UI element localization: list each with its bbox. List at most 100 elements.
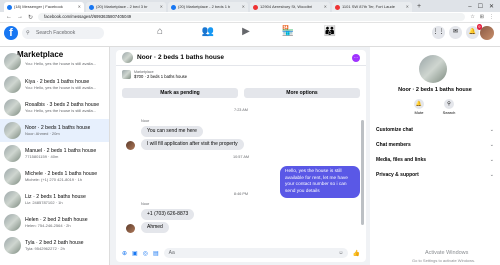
facebook-logo[interactable]: f xyxy=(4,26,18,40)
home-icon[interactable]: ⌂ xyxy=(150,26,170,37)
chat-header: Noor · 2 beds 1 baths house ⋯ xyxy=(116,50,366,66)
chat-members-row[interactable]: Chat members ⌄ xyxy=(376,142,494,148)
incoming-message: +1 (703) 626-8873 xyxy=(141,209,195,220)
site-favicon-icon xyxy=(335,4,340,10)
site-favicon-icon xyxy=(253,4,258,10)
activate-windows-subtext: Go to Settings to activate Windows. xyxy=(412,258,476,263)
menu-dots-icon[interactable]: ⋮ xyxy=(489,14,494,20)
listing-thumbnail xyxy=(4,214,21,231)
close-tab-icon[interactable]: ✕ xyxy=(242,2,245,12)
chevron-down-icon: ⌄ xyxy=(489,157,494,163)
emoji-icon[interactable]: ☺ xyxy=(338,248,343,258)
more-dots-icon[interactable]: ⋯ xyxy=(352,53,360,62)
listing-thumbnail xyxy=(4,237,21,254)
sticker-icon[interactable]: ◎ xyxy=(143,250,148,257)
customize-chat-row[interactable]: Customize chat ⌄ xyxy=(376,127,494,133)
browser-tab[interactable]: 1101 SW 87th Ter, Fort Laude ✕ xyxy=(332,2,412,12)
privacy-support-row[interactable]: Privacy & support ⌄ xyxy=(376,172,494,178)
forward-arrow-icon[interactable]: → xyxy=(17,14,23,20)
maximize-icon[interactable]: ☐ xyxy=(478,2,483,12)
extensions-icon[interactable]: ⊞ xyxy=(480,14,484,20)
timestamp: 10:57 AM xyxy=(232,155,250,159)
mark-as-pending-button[interactable]: Mark as pending xyxy=(122,88,238,98)
conversation-info-panel: Noor · 2 beds 1 baths house 🔔 Mute ⚲ Sea… xyxy=(370,47,500,265)
close-tab-icon[interactable]: ✕ xyxy=(160,2,163,12)
timestamp: 8:46 PM xyxy=(233,192,249,196)
browser-tab[interactable]: (20) Marketplace - 2 bed 3 br ✕ xyxy=(86,2,166,12)
sender-avatar xyxy=(126,224,135,233)
search-icon: ⚲ xyxy=(26,30,30,36)
url-field[interactable]: facebook.com/messages/t/6993635807405049 xyxy=(38,13,466,21)
search-button[interactable]: ⚲ Search xyxy=(436,99,462,115)
messenger-icon[interactable]: ✉ xyxy=(449,26,462,39)
browser-tab[interactable]: 12904 Aeresbury St, Woodbri ✕ xyxy=(250,2,330,12)
sender-name: Noor xyxy=(141,119,150,123)
menu-grid-icon[interactable]: ⋮⋮ xyxy=(432,26,445,39)
notifications-bell-icon[interactable]: 🔔 9 xyxy=(466,24,482,39)
video-icon[interactable]: ▶ xyxy=(236,26,256,37)
chat-scrollbar[interactable] xyxy=(361,120,364,225)
bell-icon: 🔔 xyxy=(414,99,424,109)
browser-tab-bar: (18) Messenger | Facebook ✕ (20) Marketpl… xyxy=(0,0,500,12)
thumbs-up-icon[interactable]: 👍 xyxy=(353,250,360,257)
marketplace-icon[interactable]: 🏪 xyxy=(278,26,298,37)
image-icon[interactable]: ▣ xyxy=(132,250,138,257)
chevron-down-icon: ⌄ xyxy=(489,172,494,178)
activate-windows-watermark: Activate Windows xyxy=(425,250,469,256)
conversation-item[interactable]: You: Hello, yes the house is still avail… xyxy=(0,53,109,73)
minimize-icon[interactable]: – xyxy=(468,2,471,12)
message-composer: ⊕ ▣ ◎ ▤ Aa ☺ 👍 xyxy=(116,244,366,262)
listing-thumbnail xyxy=(122,52,133,63)
friends-icon[interactable]: 👥 xyxy=(198,26,218,37)
message-list: 7:23 AM Noor You can send me here I will… xyxy=(116,102,366,242)
media-files-row[interactable]: Media, files and links ⌄ xyxy=(376,157,494,163)
chevron-down-icon: ⌄ xyxy=(489,142,494,148)
star-icon[interactable]: ☆ xyxy=(470,14,474,20)
conversation-item[interactable]: Liz · 2 beds 1 baths house Liz: 248578710… xyxy=(0,188,109,211)
listing-thumbnail xyxy=(4,76,21,93)
listing-thumbnail xyxy=(4,99,21,116)
conversation-item[interactable]: Kiya · 2 beds 1 baths house You: Hello, y… xyxy=(0,73,109,96)
browser-tab[interactable]: (20) Marketplace - 2 beds 1 b ✕ xyxy=(168,2,248,12)
browser-tab[interactable]: (18) Messenger | Facebook ✕ xyxy=(4,2,84,12)
facebook-favicon-icon xyxy=(7,4,12,10)
plus-circle-icon[interactable]: ⊕ xyxy=(122,250,127,257)
sender-avatar xyxy=(126,141,135,150)
more-options-button[interactable]: More options xyxy=(244,88,360,98)
listing-thumbnail xyxy=(4,168,21,185)
message-input[interactable]: Aa ☺ xyxy=(163,248,348,258)
incoming-message: I will fill application after visit the … xyxy=(141,139,244,150)
conversation-item[interactable]: Tyla · 2 bed 2 bath house Tyla: 954296227… xyxy=(0,234,109,257)
sidebar-title: Marketplace xyxy=(17,49,64,59)
info-title: Noor · 2 beds 1 baths house xyxy=(398,87,472,93)
incoming-message: Ahmed xyxy=(141,222,169,233)
window-controls: – ☐ ✕ xyxy=(468,2,500,12)
listing-thumbnail xyxy=(4,53,21,70)
listing-summary[interactable]: Marketplace $700 · 2 beds 1 baths house xyxy=(122,70,187,79)
close-window-icon[interactable]: ✕ xyxy=(489,2,494,12)
profile-avatar[interactable] xyxy=(480,26,494,40)
new-tab-button[interactable]: + xyxy=(414,2,424,12)
facebook-search-input[interactable]: ⚲ Search Facebook xyxy=(22,27,104,39)
close-tab-icon[interactable]: ✕ xyxy=(78,2,81,12)
reload-icon[interactable]: ↻ xyxy=(28,14,33,21)
listing-thumbnail xyxy=(4,122,21,139)
close-tab-icon[interactable]: ✕ xyxy=(406,2,409,12)
back-arrow-icon[interactable]: ← xyxy=(6,14,12,20)
close-tab-icon[interactable]: ✕ xyxy=(324,2,327,12)
conversation-item[interactable]: Rosalbis · 3 beds 2 baths house You: Hell… xyxy=(0,96,109,119)
listing-thumbnail xyxy=(419,55,447,83)
mute-button[interactable]: 🔔 Mute xyxy=(406,99,432,115)
conversation-item[interactable]: Michele · 2 beds 1 baths house Michele: (… xyxy=(0,165,109,188)
conversation-item[interactable]: Manuel · 2 beds 1 baths house 7715801159 … xyxy=(0,142,109,165)
search-icon: ⚲ xyxy=(444,99,454,109)
conversation-item-selected[interactable]: Noor · 2 beds 1 baths house Noor: Ahmed ·… xyxy=(0,119,109,142)
facebook-favicon-icon xyxy=(171,4,176,10)
chevron-down-icon: ⌄ xyxy=(489,127,494,133)
conversation-item[interactable]: Helen · 2 bed 2 bath house Helen: 754-246… xyxy=(0,211,109,234)
chat-title[interactable]: Noor · 2 beds 1 baths house xyxy=(137,54,224,61)
listing-thumbnail xyxy=(4,145,21,162)
gif-icon[interactable]: ▤ xyxy=(153,250,159,257)
incoming-message: You can send me here xyxy=(141,126,203,137)
groups-icon[interactable]: 👪 xyxy=(320,26,340,37)
